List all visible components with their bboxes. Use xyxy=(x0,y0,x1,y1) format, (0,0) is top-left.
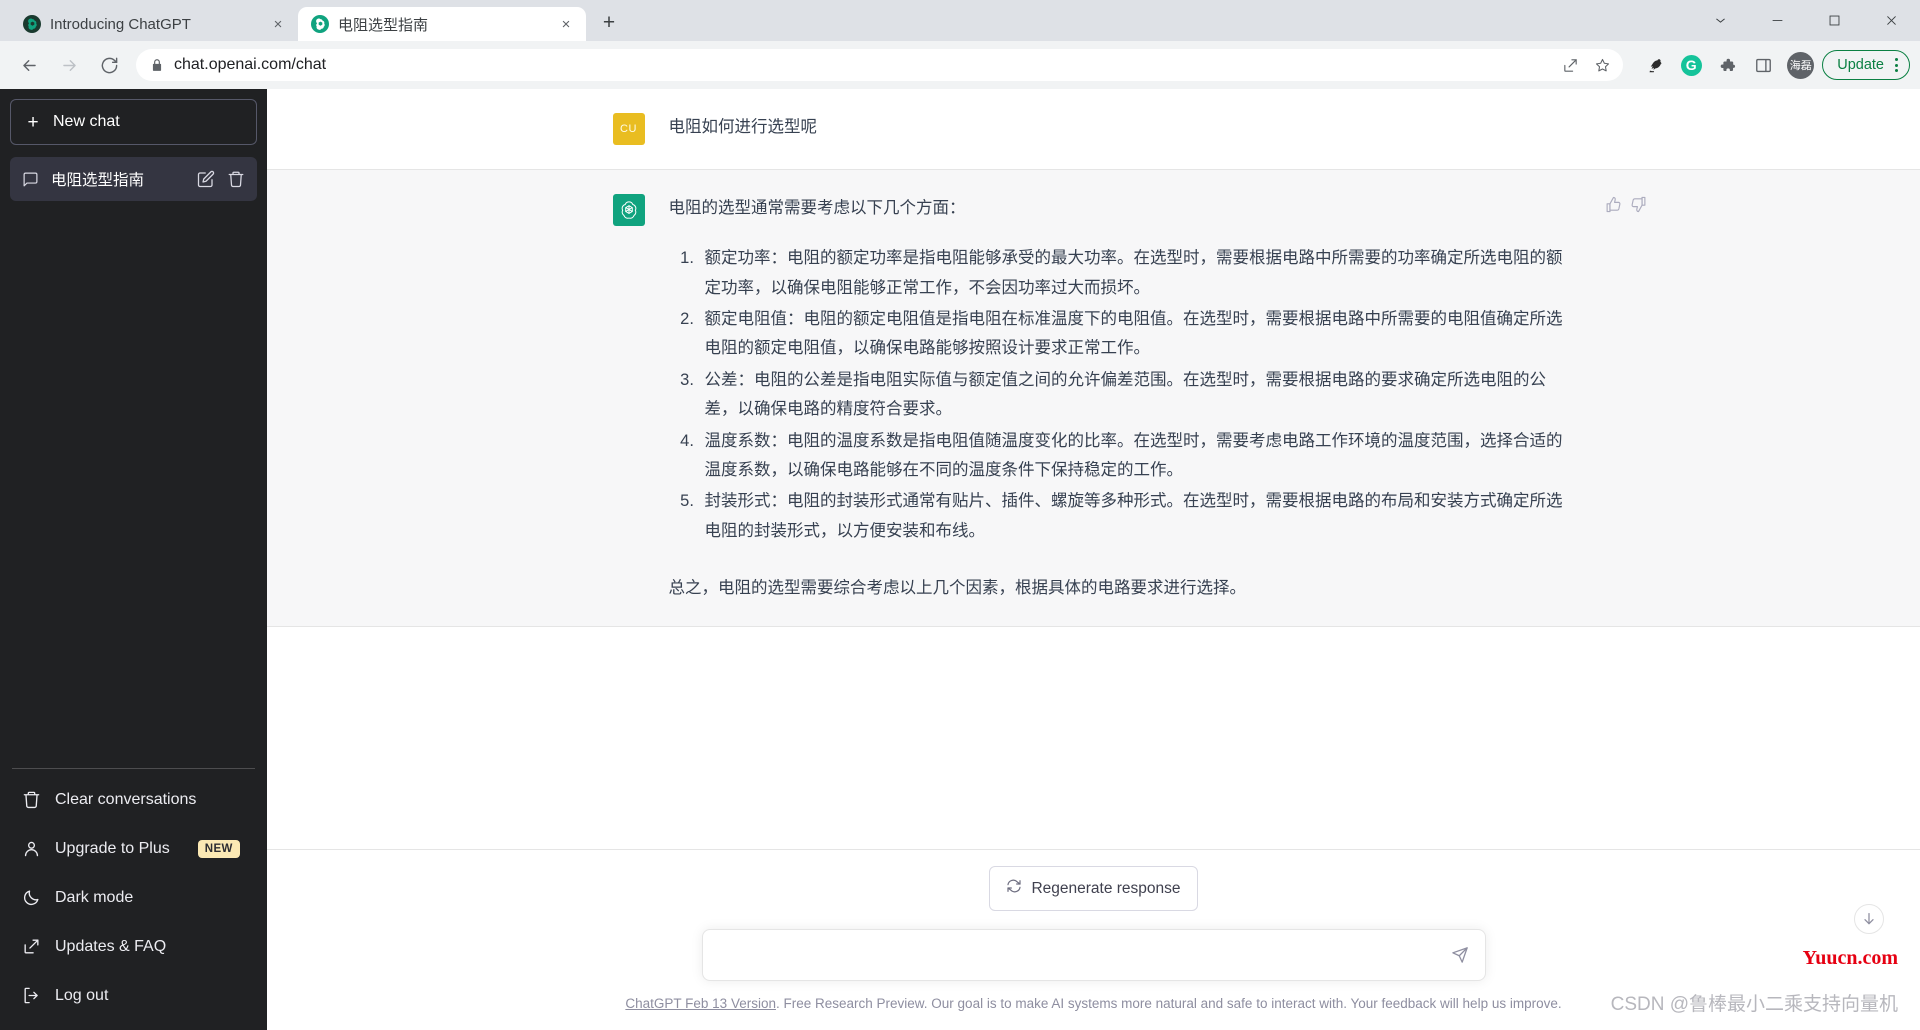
delete-icon[interactable] xyxy=(227,170,245,188)
kebab-menu-icon[interactable] xyxy=(1890,58,1903,72)
list-item: 温度系数：电阻的温度系数是指电阻值随温度变化的比率。在选型时，需要考虑电路工作环… xyxy=(699,427,1575,486)
bird-extension-icon[interactable] xyxy=(1639,49,1671,81)
forward-arrow-icon[interactable] xyxy=(50,46,88,84)
site-watermark: Yuucn.com xyxy=(1802,947,1898,969)
user-icon xyxy=(22,839,41,858)
message-thread: CU 电阻如何进行选型呢 电阻的选型通常需要考虑以下几个方面： 1. 额定功率：… xyxy=(267,89,1920,849)
update-button[interactable]: Update xyxy=(1822,50,1910,80)
message-feedback-actions xyxy=(1605,196,1647,218)
sidebar-item-clear-conversations[interactable]: Clear conversations xyxy=(10,775,257,824)
tab-title: Introducing ChatGPT xyxy=(50,15,191,33)
browser-window: Introducing ChatGPT × 电阻选型指南 × + chat.op… xyxy=(0,0,1920,1030)
list-item: 封装形式：电阻的封装形式通常有贴片、插件、螺旋等多种形式。在选型时，需要根据电路… xyxy=(699,487,1575,546)
message-composer[interactable] xyxy=(701,929,1486,982)
message-input[interactable] xyxy=(718,932,1437,979)
assistant-message: 电阻的选型通常需要考虑以下几个方面： 额定功率：电阻的额定功率是指电阻能够承受的… xyxy=(267,170,1920,628)
new-chat-button[interactable]: + New chat xyxy=(10,99,257,145)
list-item: 额定电阻值：电阻的额定电阻值是指电阻在标准温度下的电阻值。在选型时，需要根据电路… xyxy=(699,305,1575,364)
regenerate-label: Regenerate response xyxy=(1031,879,1181,897)
conversation-title: 电阻选型指南 xyxy=(51,172,145,189)
sidebar-item-label: Log out xyxy=(55,986,109,1004)
window-controls xyxy=(1692,0,1920,41)
tab-strip: Introducing ChatGPT × 电阻选型指南 × + xyxy=(0,0,1920,41)
status-badge: NEW xyxy=(197,839,240,858)
sidebar-item-label: Dark mode xyxy=(55,888,134,906)
sidebar-divider xyxy=(12,768,255,769)
chevron-down-icon[interactable] xyxy=(1692,0,1749,41)
user-message-text: 电阻如何进行选型呢 xyxy=(668,118,818,136)
trash-icon xyxy=(22,790,41,809)
logout-icon xyxy=(22,986,41,1005)
chat-sidebar: + New chat 电阻选型指南 Clear conversations Up… xyxy=(0,89,267,1030)
csdn-watermark: CSDN @鲁棒最小二乘支持向量机 xyxy=(1610,994,1898,1015)
browser-tab-1[interactable]: Introducing ChatGPT × xyxy=(10,7,298,41)
list-item: 公差：电阻的公差是指电阻实际值与额定值之间的允许偏差范围。在选型时，需要根据电路… xyxy=(699,366,1575,425)
avatar: CU xyxy=(612,113,645,145)
message-body: 电阻的选型通常需要考虑以下几个方面： 额定功率：电阻的额定功率是指电阻能够承受的… xyxy=(669,194,1575,602)
composer-wrap xyxy=(267,929,1920,982)
url-text: chat.openai.com/chat xyxy=(174,56,327,73)
side-panel-icon[interactable] xyxy=(1747,49,1779,81)
new-tab-button[interactable]: + xyxy=(594,8,624,38)
close-icon[interactable]: × xyxy=(556,14,576,34)
address-bar[interactable]: chat.openai.com/chat xyxy=(136,49,1624,81)
message-body: 电阻如何进行选型呢 xyxy=(669,113,1575,145)
conversation-item[interactable]: 电阻选型指南 xyxy=(10,157,257,201)
sidebar-item-dark-mode[interactable]: Dark mode xyxy=(10,873,257,922)
close-icon[interactable]: × xyxy=(268,14,288,34)
sidebar-item-label: Upgrade to Plus xyxy=(55,839,170,857)
footer-rest-text: . Free Research Preview. Our goal is to … xyxy=(775,996,1562,1012)
grammarly-badge: G xyxy=(1680,54,1702,76)
back-arrow-icon[interactable] xyxy=(10,46,48,84)
moon-icon xyxy=(22,888,41,907)
chatgpt-logo-icon xyxy=(612,194,645,226)
regenerate-row: Regenerate response xyxy=(267,866,1920,912)
refresh-icon xyxy=(1006,878,1022,899)
send-icon[interactable] xyxy=(1447,942,1473,968)
chatgpt-icon xyxy=(311,15,329,33)
new-chat-label: New chat xyxy=(53,113,120,130)
page-content: + New chat 电阻选型指南 Clear conversations Up… xyxy=(0,89,1920,1030)
grammarly-icon[interactable]: G xyxy=(1675,49,1707,81)
update-label: Update xyxy=(1837,57,1884,73)
close-window-button[interactable] xyxy=(1863,0,1920,41)
sidebar-item-log-out[interactable]: Log out xyxy=(10,971,257,1020)
sidebar-item-upgrade-to-plus[interactable]: Upgrade to Plus NEW xyxy=(10,824,257,873)
thumbs-up-icon[interactable] xyxy=(1605,196,1622,218)
maximize-button[interactable] xyxy=(1806,0,1863,41)
chat-main: CU 电阻如何进行选型呢 电阻的选型通常需要考虑以下几个方面： 1. 额定功率：… xyxy=(267,89,1920,1030)
chatgpt-icon xyxy=(23,15,41,33)
puzzle-extensions-icon[interactable] xyxy=(1711,49,1743,81)
assistant-list: 额定功率：电阻的额定功率是指电阻能够承受的最大功率。在选型时，需要根据电路中所需… xyxy=(669,244,1575,546)
sidebar-item-label: Updates & FAQ xyxy=(55,937,167,955)
external-link-icon xyxy=(22,937,41,956)
sidebar-item-label: Clear conversations xyxy=(55,790,197,808)
assistant-closing-text: 总之，电阻的选型需要综合考虑以上几个因素，根据具体的电路要求进行选择。 xyxy=(668,578,1247,597)
user-message: CU 电阻如何进行选型呢 xyxy=(267,89,1920,170)
browser-tab-2[interactable]: 电阻选型指南 × xyxy=(298,7,586,41)
omnibox-actions xyxy=(1555,50,1617,80)
extensions-area: G 海磊 Update xyxy=(1633,49,1910,81)
share-icon[interactable] xyxy=(1555,50,1585,80)
plus-icon: + xyxy=(27,111,39,133)
minimize-button[interactable] xyxy=(1749,0,1806,41)
browser-toolbar: chat.openai.com/chat G 海磊 Update xyxy=(0,41,1920,89)
version-link[interactable]: ChatGPT Feb 13 Version xyxy=(625,996,776,1011)
star-icon[interactable] xyxy=(1587,50,1617,80)
sidebar-item-updates-faq[interactable]: Updates & FAQ xyxy=(10,922,257,971)
list-item: 额定功率：电阻的额定功率是指电阻能够承受的最大功率。在选型时，需要根据电路中所需… xyxy=(699,244,1575,303)
reload-icon[interactable] xyxy=(90,46,128,84)
tab-title: 电阻选型指南 xyxy=(338,16,429,34)
conversation-list: 电阻选型指南 xyxy=(10,157,257,201)
regenerate-response-button[interactable]: Regenerate response xyxy=(989,866,1198,912)
assistant-intro-text: 电阻的选型通常需要考虑以下几个方面： xyxy=(668,199,966,217)
avatar[interactable]: 海磊 xyxy=(1787,51,1815,79)
lock-icon xyxy=(150,58,164,72)
edit-icon[interactable] xyxy=(197,170,215,188)
scroll-to-bottom-button[interactable] xyxy=(1854,904,1884,934)
chat-bubble-icon xyxy=(22,171,39,188)
thumbs-down-icon[interactable] xyxy=(1630,196,1647,218)
